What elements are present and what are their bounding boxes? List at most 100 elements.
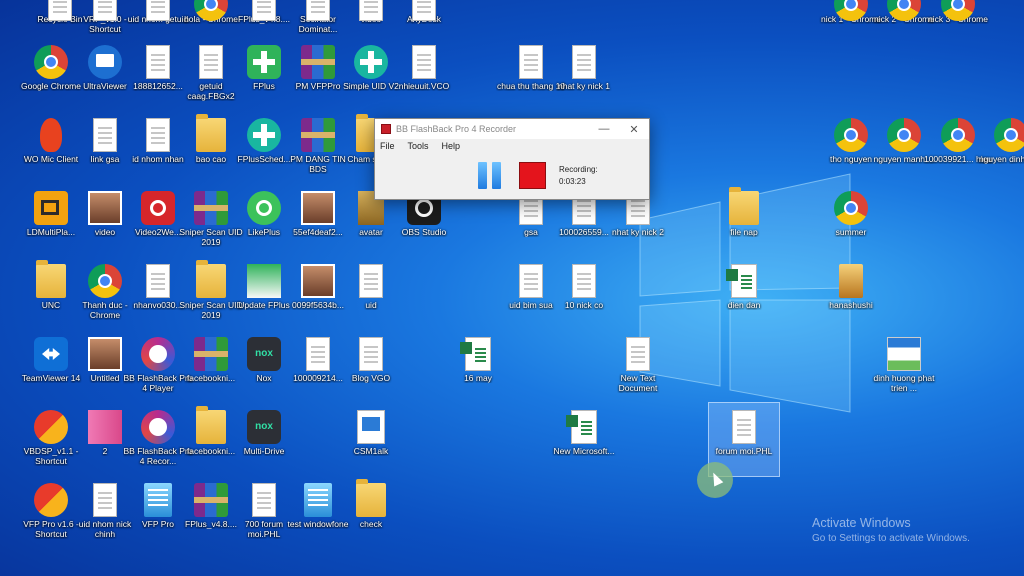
rar-icon xyxy=(301,118,335,152)
stop-button[interactable] xyxy=(519,162,546,189)
recorder-menubar: File Tools Help xyxy=(375,139,649,153)
recording-label: Recording: xyxy=(559,165,598,174)
menu-help[interactable]: Help xyxy=(442,141,461,151)
dinh-icon xyxy=(887,337,921,371)
menu-file[interactable]: File xyxy=(380,141,395,151)
doc-icon xyxy=(252,483,276,517)
doc-icon xyxy=(359,337,383,371)
desktop-icon[interactable]: New Microsoft... xyxy=(549,403,619,476)
doc-icon xyxy=(519,264,543,298)
chrome-icon xyxy=(34,45,68,79)
rar-icon xyxy=(194,191,228,225)
activate-subtitle: Go to Settings to activate Windows. xyxy=(812,533,970,544)
doc-icon xyxy=(572,264,596,298)
folder-icon xyxy=(196,260,226,298)
doc-icon xyxy=(93,118,117,152)
desktop-icon[interactable]: hanashushi xyxy=(816,257,886,330)
doc-icon xyxy=(146,0,170,21)
folder-icon xyxy=(729,187,759,225)
rar-icon xyxy=(194,483,228,517)
close-button[interactable]: ✕ xyxy=(619,123,649,136)
doc-icon xyxy=(146,264,170,298)
desktop-icon-label: Multi-Drive xyxy=(243,446,285,456)
desktop-icon[interactable]: New Text Document xyxy=(603,330,673,403)
desktop-icon[interactable]: nhieuuit.VCO xyxy=(389,38,459,111)
monitor-icon xyxy=(88,45,122,79)
desktop-icon[interactable]: dien dan xyxy=(709,257,779,330)
chrome-icon xyxy=(88,264,122,298)
desktop-icon-label: 16 may xyxy=(464,373,492,383)
desktop-icon[interactable]: summer xyxy=(816,184,886,257)
folder-icon xyxy=(196,406,226,444)
desktop-icon[interactable]: nick 3 - Chrome xyxy=(923,0,993,53)
red-icon xyxy=(141,191,175,225)
chrome-icon xyxy=(994,118,1024,152)
desktop-icon-label: uid xyxy=(365,300,377,310)
chrome-icon xyxy=(941,118,975,152)
menu-tools[interactable]: Tools xyxy=(408,141,429,151)
pink-icon xyxy=(88,410,122,444)
desktop-icon[interactable]: check xyxy=(336,476,406,549)
recording-elapsed-time: 0:03:23 xyxy=(559,177,586,186)
desktop-icon-label: nguyen dinh vien xyxy=(978,154,1024,164)
flashback-recorder-window[interactable]: BB FlashBack Pro 4 Recorder — ✕ File Too… xyxy=(374,118,650,200)
desktop-icon-label: New Text Document xyxy=(618,373,658,393)
green-img-icon xyxy=(247,264,281,298)
doc-icon xyxy=(412,0,436,21)
desktop-icon[interactable]: file nap xyxy=(709,184,779,257)
doc-icon xyxy=(519,45,543,79)
doc-icon xyxy=(359,0,383,21)
plus-icon xyxy=(247,45,281,79)
notepad-icon xyxy=(144,483,172,517)
folder-icon xyxy=(196,114,226,152)
desktop-icon-label: file nap xyxy=(730,227,758,237)
desktop-icon-label: nhat ky nick 1 xyxy=(558,81,610,91)
doc-icon xyxy=(359,264,383,298)
orange-icon xyxy=(34,191,68,225)
doc-icon xyxy=(48,0,72,21)
tv-icon xyxy=(34,337,68,371)
desktop-icon-label: nhieuuit.VCO xyxy=(398,81,450,91)
recorder-controls: Recording: 0:03:23 xyxy=(375,155,649,199)
desktop-icon-label: forum moi.PHL xyxy=(715,446,773,456)
photo-icon xyxy=(88,337,122,371)
pause-button[interactable] xyxy=(478,162,502,189)
desktop-icon[interactable]: nguyen dinh vien xyxy=(976,111,1024,184)
recorder-titlebar[interactable]: BB FlashBack Pro 4 Recorder — ✕ xyxy=(375,119,649,139)
desktop-icon-label: Blog VGO xyxy=(351,373,391,383)
gauge-icon xyxy=(141,337,175,371)
doc-icon xyxy=(626,337,650,371)
doc-icon xyxy=(146,45,170,79)
mic-icon xyxy=(40,118,62,152)
minimize-button[interactable]: — xyxy=(589,123,619,135)
notepad-icon xyxy=(304,483,332,517)
doc-icon xyxy=(93,0,117,21)
desktop-icon[interactable]: CSM1alk xyxy=(336,403,406,476)
desktop-icon[interactable]: nhat ky nick 1 xyxy=(549,38,619,111)
desktop-icon-label: hanashushi xyxy=(829,300,873,310)
doc-icon xyxy=(252,0,276,21)
desktop-icon[interactable]: Multi-Drive xyxy=(229,403,299,476)
desktop-icon[interactable]: dinh huong phat trien ... xyxy=(869,330,939,403)
activate-title: Activate Windows xyxy=(812,516,911,530)
desktop[interactable]: Recycle BinVRP_v1.0 - Shortcutuid nhom g… xyxy=(0,0,1024,576)
excel-icon xyxy=(726,264,757,298)
desktop-icon-label: summer xyxy=(835,227,867,237)
desktop-icon[interactable]: Blog VGO xyxy=(336,330,406,403)
photo-icon xyxy=(301,264,335,298)
photo-icon xyxy=(88,191,122,225)
recording-status: Recording: 0:03:23 xyxy=(559,164,598,188)
doc-icon xyxy=(93,483,117,517)
rar-icon xyxy=(301,45,335,79)
chrome-icon xyxy=(834,191,868,225)
desktop-icon[interactable]: 10 nick co xyxy=(549,257,619,330)
chrome-icon xyxy=(834,118,868,152)
desktop-icon-label: nhat ky nick 2 xyxy=(612,227,664,237)
excel-icon xyxy=(566,410,597,444)
doc-icon xyxy=(306,0,330,21)
gauge-icon xyxy=(141,410,175,444)
folder-icon xyxy=(36,260,66,298)
desktop-icon[interactable]: uid xyxy=(336,257,406,330)
mouse-cursor-highlight xyxy=(697,462,733,498)
desktop-icon[interactable]: 16 may xyxy=(443,330,513,403)
